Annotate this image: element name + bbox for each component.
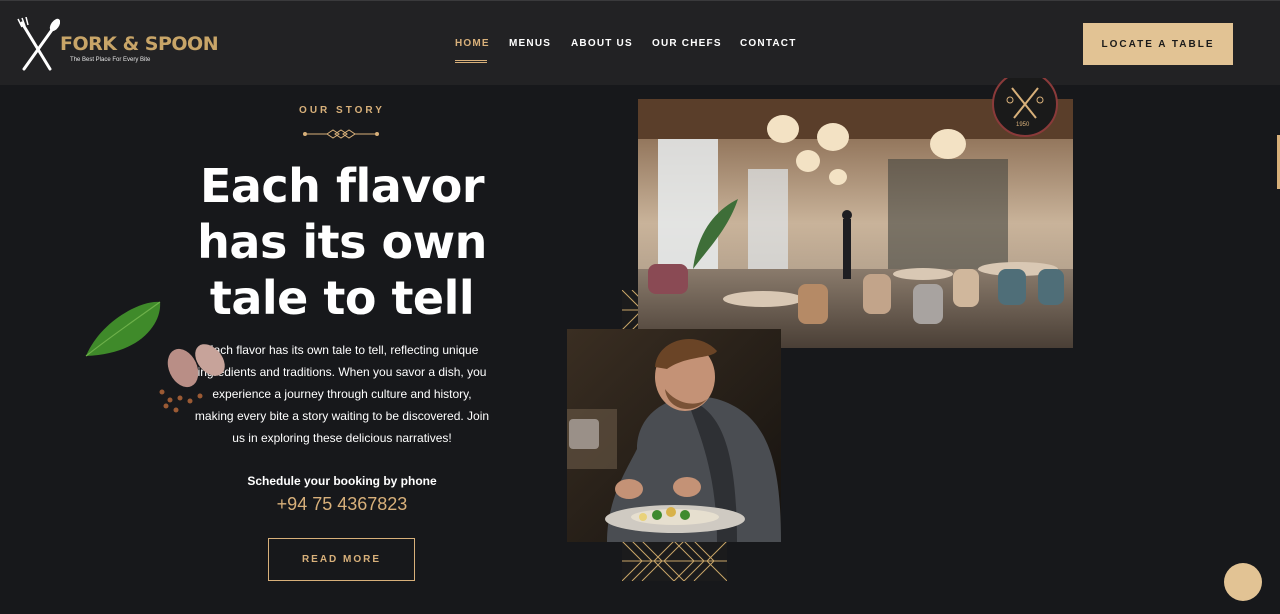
locate-table-button[interactable]: LOCATE A TABLE <box>1083 23 1233 65</box>
nav-about-us[interactable]: ABOUT US <box>571 38 633 49</box>
nav-menus[interactable]: MENUS <box>509 38 551 49</box>
nav-contact[interactable]: CONTACT <box>740 38 797 49</box>
booking-label: Schedule your booking by phone <box>247 474 437 488</box>
read-more-button[interactable]: READ MORE <box>268 538 415 581</box>
logo-text: FORK & SPOON <box>60 33 219 55</box>
nav-active-indicator <box>455 60 487 63</box>
emblem-year: 1950 <box>1016 122 1030 128</box>
gold-pattern-decoration <box>622 541 727 581</box>
chat-bubble-icon[interactable] <box>1224 563 1262 601</box>
section-eyebrow: OUR STORY <box>299 105 385 116</box>
ornament-divider-icon <box>303 129 379 139</box>
restaurant-emblem-icon <box>992 78 1058 137</box>
fork-spoon-icon <box>17 17 60 71</box>
headline-line: has its own <box>197 215 487 269</box>
headline-line: Each flavor <box>199 159 485 213</box>
booking-phone[interactable]: +94 75 4367823 <box>192 494 492 515</box>
chef-plating-image <box>567 329 781 542</box>
nav-our-chefs[interactable]: OUR CHEFS <box>652 38 722 49</box>
site-header: FORK & SPOON The Best Place For Every Bi… <box>0 0 1280 85</box>
basil-garlic-decoration <box>85 301 225 413</box>
logo-tagline: The Best Place For Every Bite <box>70 57 151 63</box>
nav-home[interactable]: HOME <box>455 38 490 49</box>
site-logo[interactable]: FORK & SPOON The Best Place For Every Bi… <box>16 17 219 73</box>
